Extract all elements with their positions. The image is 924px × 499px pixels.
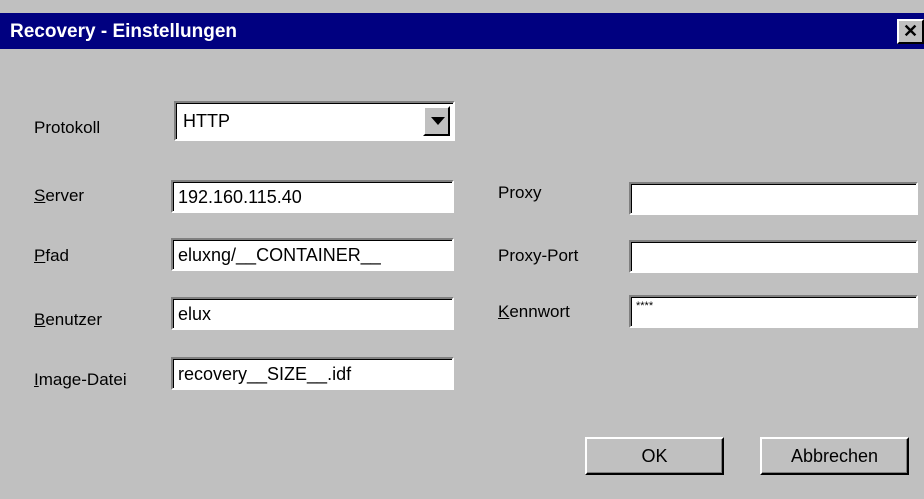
server-value: 192.160.115.40	[178, 187, 302, 207]
proxy-label: Proxy	[498, 183, 542, 202]
benutzer-field[interactable]: elux	[171, 297, 454, 330]
proxy-port-label: Proxy-Port	[498, 246, 579, 265]
close-icon: ✕	[902, 21, 919, 41]
proxy-port-field[interactable]	[629, 240, 918, 273]
server-label: Server	[34, 186, 85, 205]
window-title: Recovery - Einstellungen	[10, 21, 238, 42]
protokoll-value: HTTP	[183, 111, 230, 131]
protokoll-label: Protokoll	[34, 118, 101, 137]
kennwort-label: Kennwort	[498, 302, 570, 321]
close-button[interactable]: ✕	[897, 19, 924, 44]
proxy-field[interactable]	[629, 182, 918, 215]
benutzer-value: elux	[178, 304, 212, 324]
protokoll-select[interactable]: HTTP	[174, 101, 455, 141]
cancel-button[interactable]: Abbrechen	[760, 437, 909, 475]
ok-button[interactable]: OK	[585, 437, 724, 475]
image-datei-label: Image-Datei	[34, 370, 127, 389]
kennwort-field[interactable]: ****	[629, 295, 918, 328]
pfad-label: Pfad	[34, 246, 69, 265]
benutzer-label: Benutzer	[34, 310, 103, 329]
dropdown-button[interactable]	[423, 106, 450, 136]
chevron-down-icon	[431, 117, 445, 125]
image-datei-value: recovery__SIZE__.idf	[178, 364, 352, 384]
kennwort-value: ****	[636, 300, 654, 312]
recovery-settings-dialog: Recovery - Einstellungen ✕ Protokoll HTT…	[0, 0, 924, 499]
pfad-field[interactable]: eluxng/__CONTAINER__	[171, 238, 454, 271]
pfad-value: eluxng/__CONTAINER__	[178, 245, 381, 265]
image-datei-field[interactable]: recovery__SIZE__.idf	[171, 357, 454, 390]
title-bar[interactable]: Recovery - Einstellungen ✕	[0, 13, 924, 49]
server-field[interactable]: 192.160.115.40	[171, 180, 454, 213]
